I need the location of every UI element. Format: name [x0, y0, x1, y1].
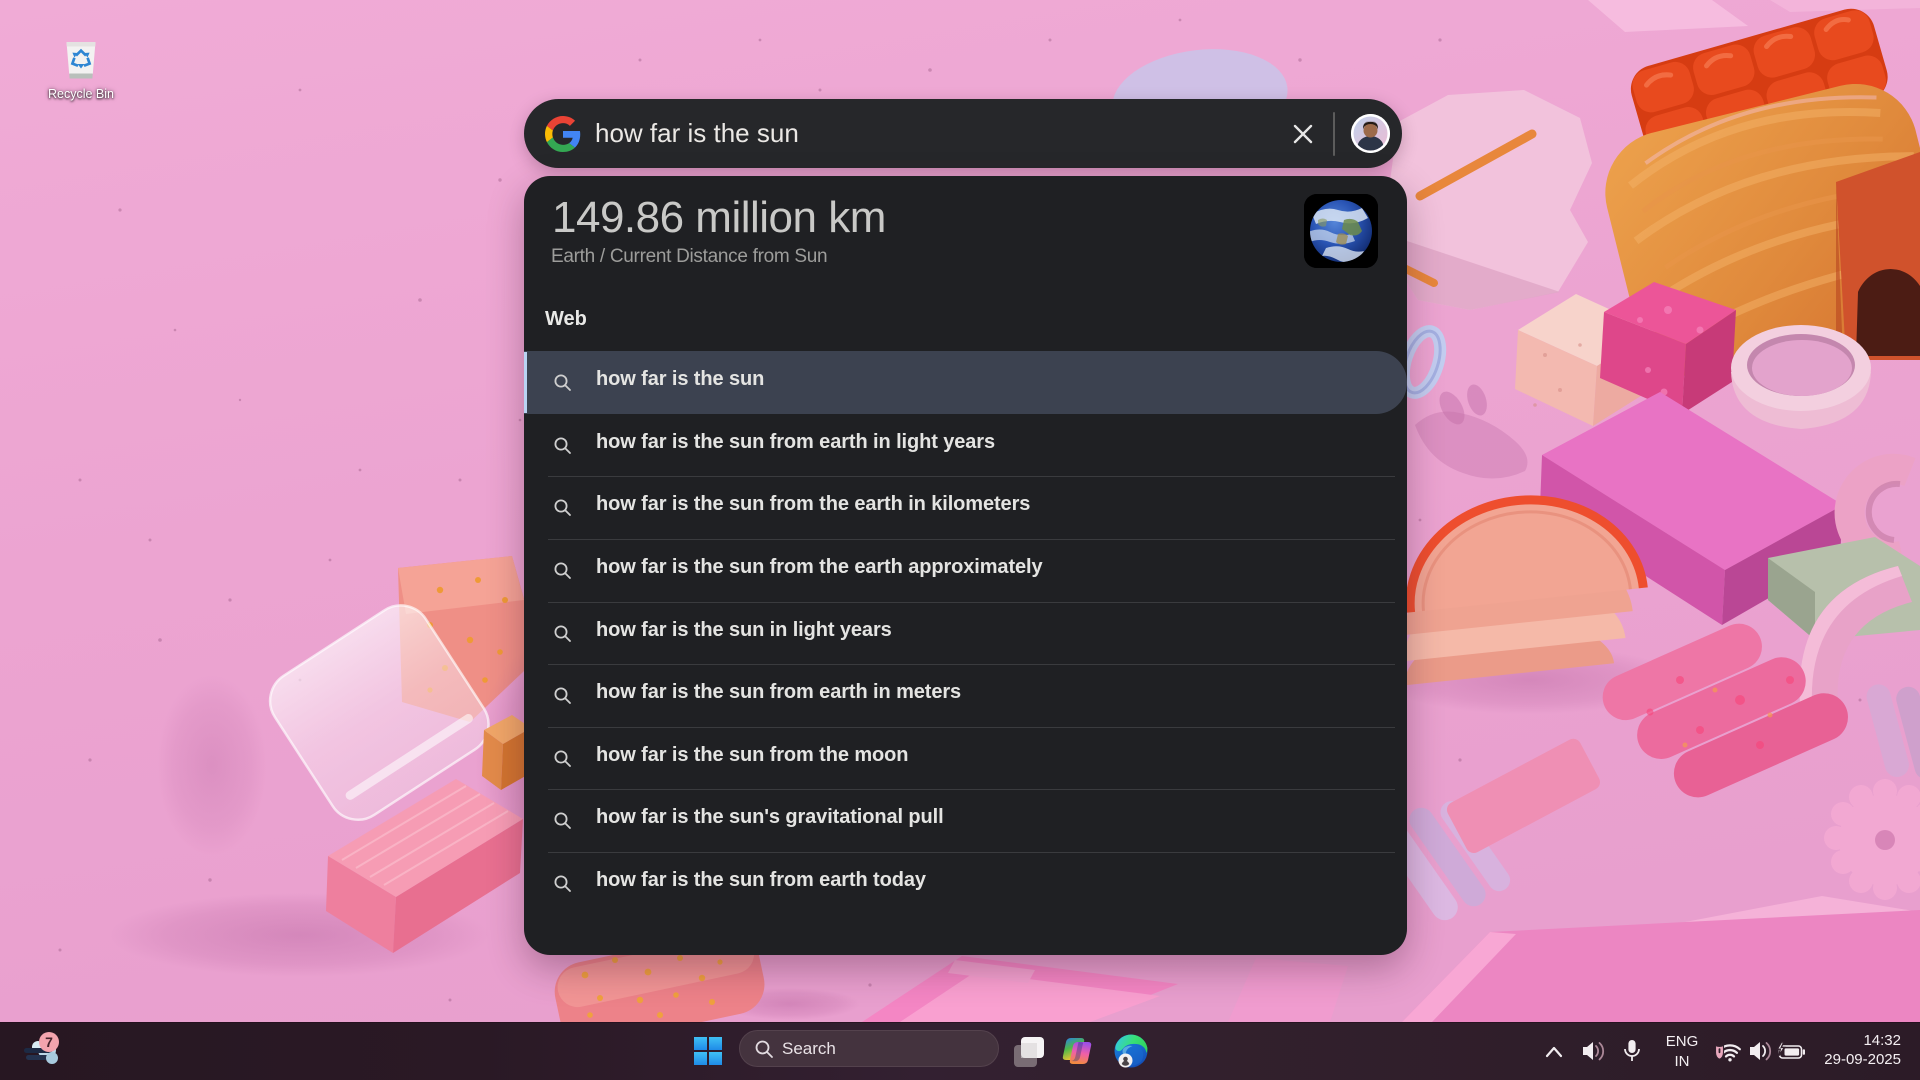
svg-text:7: 7 [45, 1034, 53, 1050]
